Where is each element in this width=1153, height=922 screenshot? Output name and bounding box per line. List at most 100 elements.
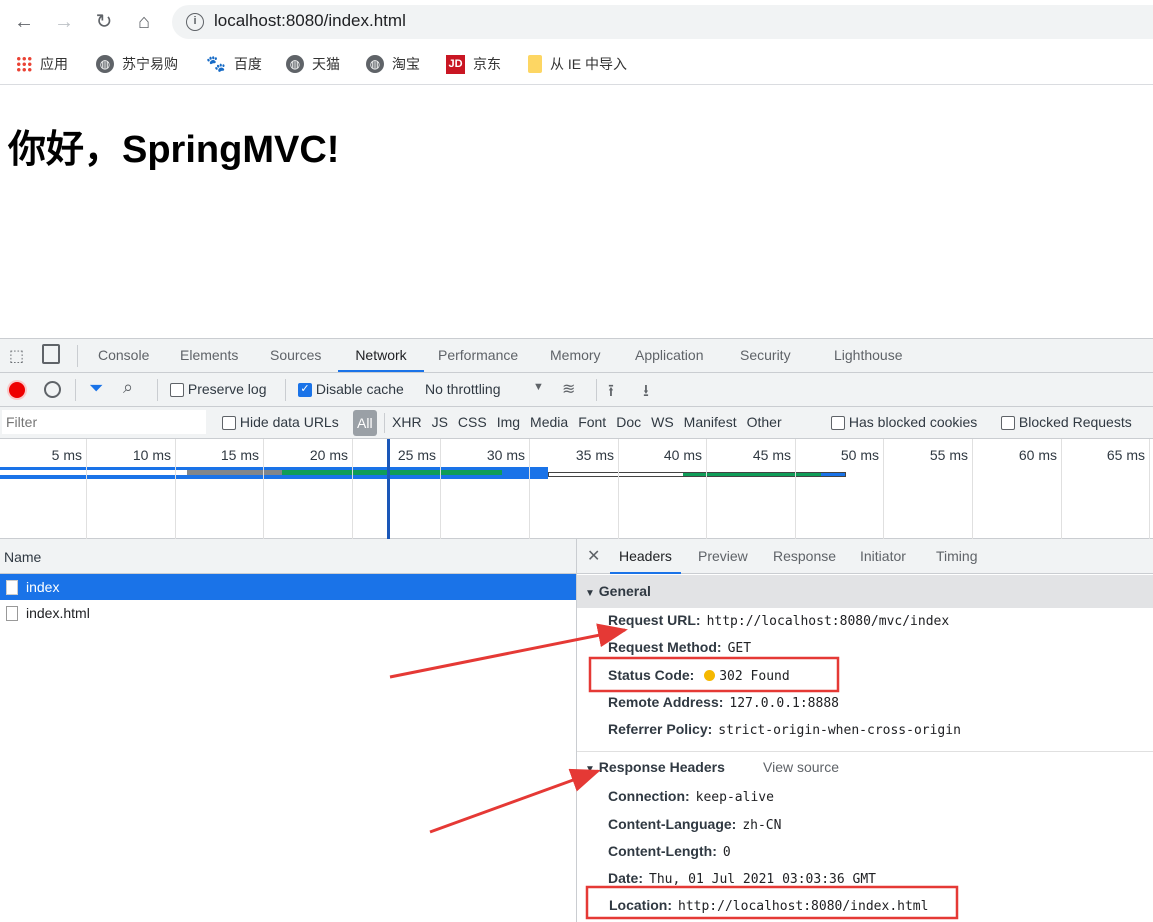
header-content-language: Content-Language: zh-CN xyxy=(608,816,782,833)
close-icon[interactable]: ✕ xyxy=(587,546,600,566)
timeline-gridline xyxy=(529,439,530,539)
tab-memory[interactable]: Memory xyxy=(548,339,603,372)
tab-application[interactable]: Application xyxy=(633,339,706,372)
network-overview-timeline[interactable]: 5 ms 10 ms 15 ms 20 ms 25 ms 30 ms 35 ms 40 ms 4… xyxy=(0,439,1153,539)
folder-icon xyxy=(528,55,542,73)
clear-button[interactable] xyxy=(44,381,61,398)
column-header-name[interactable]: Name xyxy=(0,539,576,574)
import-har-icon[interactable]: ⭱ xyxy=(608,378,614,407)
filter-type-js[interactable]: JS xyxy=(432,414,448,430)
info-icon[interactable]: i xyxy=(186,13,204,31)
page-heading: 你好，SpringMVC! xyxy=(8,129,340,171)
bookmark-jd[interactable]: JD 京东 xyxy=(446,54,501,74)
network-conditions-icon[interactable]: ≋ xyxy=(562,379,575,399)
address-bar[interactable]: i localhost:8080/index.html xyxy=(172,5,1153,39)
checkbox[interactable] xyxy=(1001,416,1015,431)
header-request-method: Request Method: GET xyxy=(608,639,752,656)
devtools-panel: ⬚ Console Elements Sources Network Perfo… xyxy=(0,338,1153,922)
forward-button[interactable]: → xyxy=(50,8,78,36)
checkbox[interactable] xyxy=(831,416,845,431)
filter-type-ws[interactable]: WS xyxy=(651,414,674,430)
request-row-index[interactable]: index xyxy=(0,574,576,600)
filter-types: XHR JS CSS Img Media Font Doc WS Manifes… xyxy=(392,414,782,430)
tab-lighthouse[interactable]: Lighthouse xyxy=(832,339,905,372)
url-text[interactable]: localhost:8080/index.html xyxy=(214,11,406,31)
back-button[interactable]: ← xyxy=(10,8,38,36)
tab-network[interactable]: Network xyxy=(338,339,424,372)
hide-data-urls-checkbox[interactable]: Hide data URLs xyxy=(222,414,339,431)
timeline-tick-label: 50 ms xyxy=(840,447,879,463)
filter-type-css[interactable]: CSS xyxy=(458,414,487,430)
bookmark-suning[interactable]: ◍ 苏宁易购 xyxy=(96,54,178,74)
bar-waiting xyxy=(282,470,502,475)
timeline-tick-label: 45 ms xyxy=(752,447,791,463)
response-headers-section-header[interactable]: ▼ Response Headers xyxy=(585,759,725,775)
bookmark-tmall[interactable]: ◍ 天猫 xyxy=(286,54,340,74)
timeline-tick-label: 15 ms xyxy=(220,447,259,463)
filter-icon[interactable]: ⏷ xyxy=(89,378,103,399)
baidu-paw-icon: 🐾 xyxy=(206,56,226,73)
export-har-icon[interactable]: ⭳ xyxy=(643,378,649,407)
bar-queued xyxy=(0,470,187,475)
checkbox-checked[interactable]: ✓ xyxy=(298,383,312,398)
search-icon[interactable]: ⌕ xyxy=(123,377,133,398)
filter-input[interactable] xyxy=(2,410,206,434)
filter-type-all[interactable]: All xyxy=(353,410,377,436)
timeline-tick-label: 60 ms xyxy=(1018,447,1057,463)
divider xyxy=(75,379,76,401)
header-connection: Connection: keep-alive xyxy=(608,788,774,805)
timeline-tick-label: 65 ms xyxy=(1106,447,1145,463)
timeline-tick-label: 30 ms xyxy=(486,447,525,463)
tab-response[interactable]: Response xyxy=(773,539,836,574)
tab-headers[interactable]: Headers xyxy=(610,539,681,574)
device-toolbar-icon[interactable] xyxy=(42,344,60,364)
tab-timing[interactable]: Timing xyxy=(936,539,978,574)
tab-sources[interactable]: Sources xyxy=(268,339,323,372)
inspect-element-icon[interactable]: ⬚ xyxy=(9,346,24,366)
timeline-gridline xyxy=(883,439,884,539)
timeline-tick-label: 35 ms xyxy=(575,447,614,463)
tab-elements[interactable]: Elements xyxy=(178,339,240,372)
has-blocked-cookies-checkbox[interactable]: Has blocked cookies xyxy=(831,414,977,431)
waterfall-bar-index xyxy=(0,467,548,479)
filter-type-other[interactable]: Other xyxy=(747,414,782,430)
bookmark-baidu[interactable]: 🐾 百度 xyxy=(206,54,262,74)
checkbox[interactable] xyxy=(170,383,184,398)
tab-performance[interactable]: Performance xyxy=(436,339,520,372)
filter-type-doc[interactable]: Doc xyxy=(616,414,641,430)
checkbox[interactable] xyxy=(222,416,236,431)
blocked-requests-checkbox[interactable]: Blocked Requests xyxy=(1001,414,1132,431)
request-list: Name index index.html xyxy=(0,539,577,922)
preserve-log-checkbox[interactable]: Preserve log xyxy=(170,381,266,398)
filter-type-manifest[interactable]: Manifest xyxy=(684,414,737,430)
tab-console[interactable]: Console xyxy=(96,339,151,372)
timeline-tick-label: 55 ms xyxy=(929,447,968,463)
view-source-link[interactable]: View source xyxy=(763,759,839,775)
general-section-header[interactable]: ▼ General xyxy=(577,575,1153,608)
tab-security[interactable]: Security xyxy=(738,339,793,372)
throttling-select[interactable]: No throttling ▼ xyxy=(425,381,545,397)
divider xyxy=(577,751,1153,752)
bookmark-taobao[interactable]: ◍ 淘宝 xyxy=(366,54,420,74)
bookmarks-bar: 应用 ◍ 苏宁易购 🐾 百度 ◍ 天猫 ◍ 淘宝 JD 京东 从 IE 中导入 xyxy=(0,44,1153,85)
details-tabbar: ✕ Headers Preview Response Initiator Tim… xyxy=(577,539,1153,574)
timeline-gridline xyxy=(352,439,353,539)
disable-cache-checkbox[interactable]: ✓ Disable cache xyxy=(298,381,404,398)
status-dot-icon xyxy=(704,670,716,681)
bookmark-apps[interactable]: 应用 xyxy=(16,54,68,74)
tab-preview[interactable]: Preview xyxy=(698,539,748,574)
bar-waiting xyxy=(683,473,821,476)
request-row-index-html[interactable]: index.html xyxy=(0,600,576,626)
tab-initiator[interactable]: Initiator xyxy=(860,539,906,574)
filter-type-img[interactable]: Img xyxy=(497,414,520,430)
globe-icon: ◍ xyxy=(96,55,114,73)
home-button[interactable]: ⌂ xyxy=(130,8,158,36)
filter-type-font[interactable]: Font xyxy=(578,414,606,430)
filter-type-media[interactable]: Media xyxy=(530,414,568,430)
timeline-gridline xyxy=(618,439,619,539)
filter-type-xhr[interactable]: XHR xyxy=(392,414,422,430)
reload-button[interactable]: ↻ xyxy=(90,8,118,36)
record-button[interactable] xyxy=(9,382,25,398)
bookmark-import-ie[interactable]: 从 IE 中导入 xyxy=(528,54,627,74)
divider xyxy=(384,413,385,433)
